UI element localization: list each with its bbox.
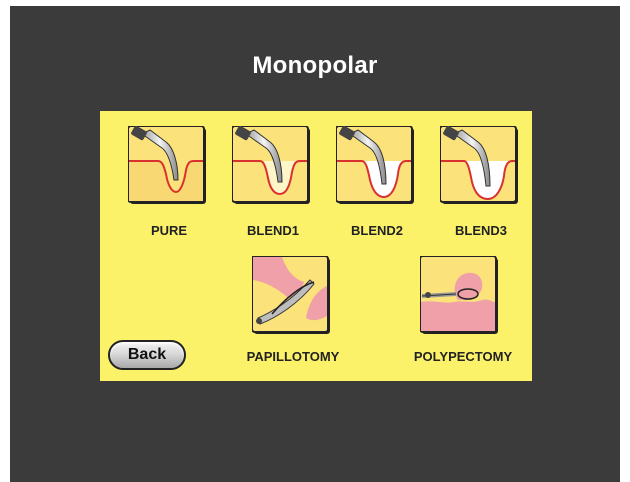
mode-papillotomy-label: PAPILLOTOMY <box>246 349 340 364</box>
mode-polypectomy-label: POLYPECTOMY <box>413 349 513 364</box>
mode-blend2-label: BLEND2 <box>350 223 403 238</box>
mode-polypectomy-button[interactable] <box>420 256 502 338</box>
electrode-blend3-icon <box>440 126 518 204</box>
mode-blend1-label: BLEND1 <box>246 223 299 238</box>
mode-papillotomy-button[interactable] <box>252 256 334 338</box>
electrode-pure-icon <box>128 126 206 204</box>
page-title: Monopolar <box>252 52 378 79</box>
mode-pure-label: PURE <box>150 223 188 238</box>
electrode-blend1-icon <box>232 126 310 204</box>
mode-pure-button[interactable] <box>128 126 210 208</box>
electrode-blend2-icon <box>336 126 414 204</box>
polypectomy-icon <box>420 256 498 334</box>
back-button[interactable]: Back <box>108 340 186 370</box>
mode-blend3-label: BLEND3 <box>454 223 507 238</box>
mode-blend3-button[interactable] <box>440 126 522 208</box>
mode-blend1-button[interactable] <box>232 126 314 208</box>
papillotomy-icon <box>252 256 330 334</box>
mode-blend2-button[interactable] <box>336 126 418 208</box>
